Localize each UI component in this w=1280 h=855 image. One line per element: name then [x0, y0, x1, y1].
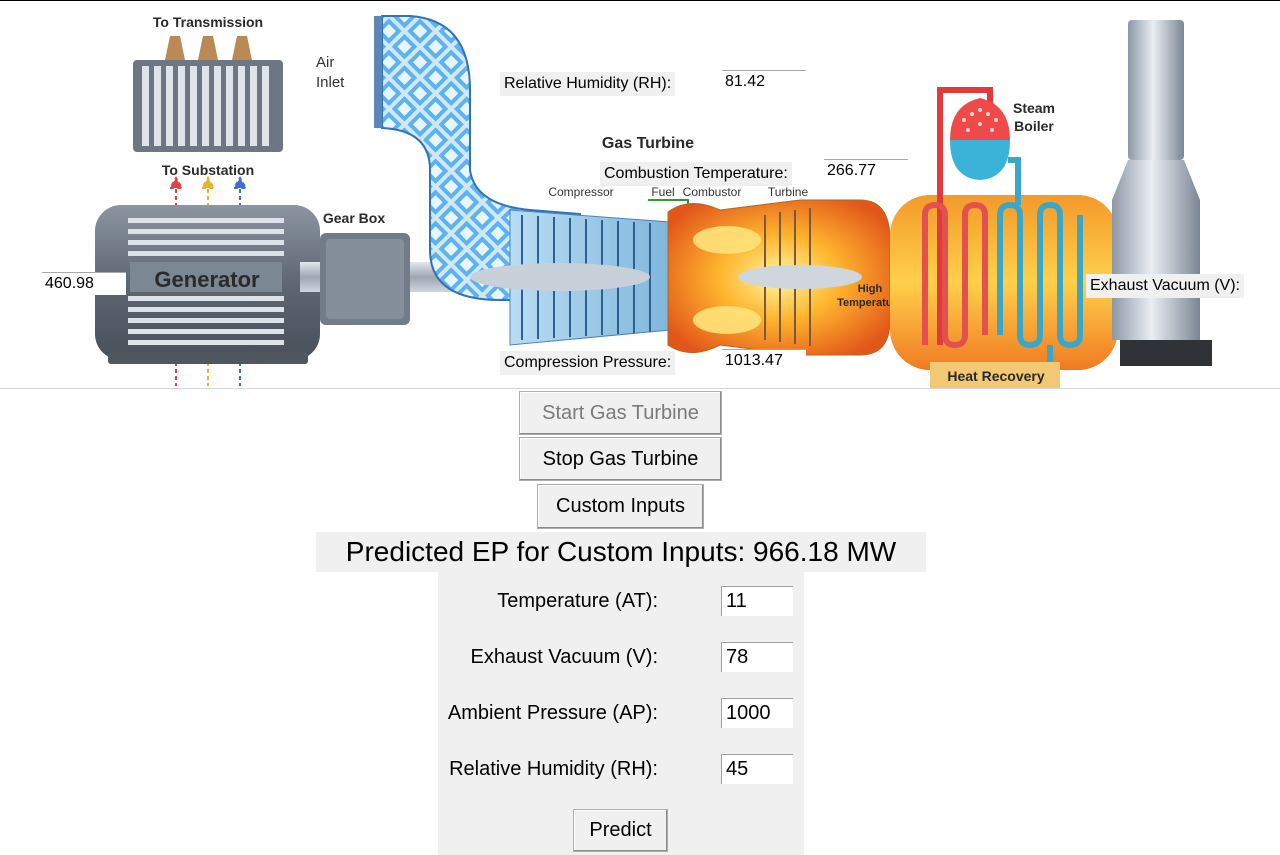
transformer: [133, 36, 283, 152]
label-combustor: Combustor: [683, 185, 742, 199]
label-gas-turbine: Gas Turbine: [602, 135, 694, 152]
combustor-turbine: [667, 199, 891, 356]
custom-inputs-form: Temperature (AT): Exhaust Vacuum (V): Am…: [438, 572, 804, 855]
custom-inputs-button[interactable]: Custom Inputs: [537, 484, 704, 529]
label-compressor: Compressor: [548, 185, 613, 199]
start-gas-turbine-button[interactable]: Start Gas Turbine: [519, 391, 722, 435]
label-boiler: Boiler: [1014, 118, 1054, 134]
label-heat-recovery: Heat Recovery: [947, 368, 1044, 384]
rh-label: Relative Humidity (RH):: [500, 72, 676, 96]
label-to-transmission: To Transmission: [153, 14, 263, 30]
temperature-label: Temperature (AT):: [497, 590, 658, 612]
combustion-temperature-label: Combustion Temperature:: [600, 162, 792, 186]
predict-button[interactable]: Predict: [573, 809, 668, 852]
label-turbine: Turbine: [768, 185, 809, 199]
exhaust-stack: [1112, 20, 1212, 366]
label-generator: Generator: [154, 267, 260, 292]
stop-gas-turbine-button[interactable]: Stop Gas Turbine: [519, 437, 722, 481]
compression-pressure-label: Compression Pressure:: [500, 351, 676, 375]
label-to-substation: To Substation: [162, 162, 254, 178]
ambient-pressure-label: Ambient Pressure (AP):: [447, 702, 658, 724]
label-inlet: Inlet: [316, 74, 345, 91]
gear-box: [320, 233, 410, 325]
exhaust-vacuum-label: Exhaust Vacuum (V):: [1086, 274, 1244, 298]
plant-diagram: To Transmission To Substation Generator …: [95, 14, 1212, 388]
label-high: High: [858, 283, 883, 295]
exhaust-vacuum-input[interactable]: [721, 642, 793, 672]
predicted-ep-text: Predicted EP for Custom Inputs: 966.18 M…: [316, 532, 926, 572]
label-gear-box: Gear Box: [323, 210, 385, 226]
steam-boiler: [950, 98, 1010, 180]
temperature-input[interactable]: [721, 586, 793, 616]
generator-output-value: 460.98: [42, 272, 126, 295]
label-steam: Steam: [1013, 100, 1055, 116]
label-air: Air: [316, 54, 334, 71]
compression-pressure-value: 1013.47: [722, 349, 806, 372]
combustion-temperature-value: 266.77: [824, 159, 908, 182]
section-divider: [0, 388, 1280, 389]
ambient-pressure-input[interactable]: [721, 698, 793, 728]
relative-humidity-input[interactable]: [721, 754, 793, 784]
relative-humidity-field-label: Relative Humidity (RH):: [449, 758, 658, 780]
rh-value: 81.42: [722, 70, 806, 93]
exhaust-vacuum-field-label: Exhaust Vacuum (V):: [470, 646, 658, 668]
label-fuel: Fuel: [651, 185, 674, 199]
